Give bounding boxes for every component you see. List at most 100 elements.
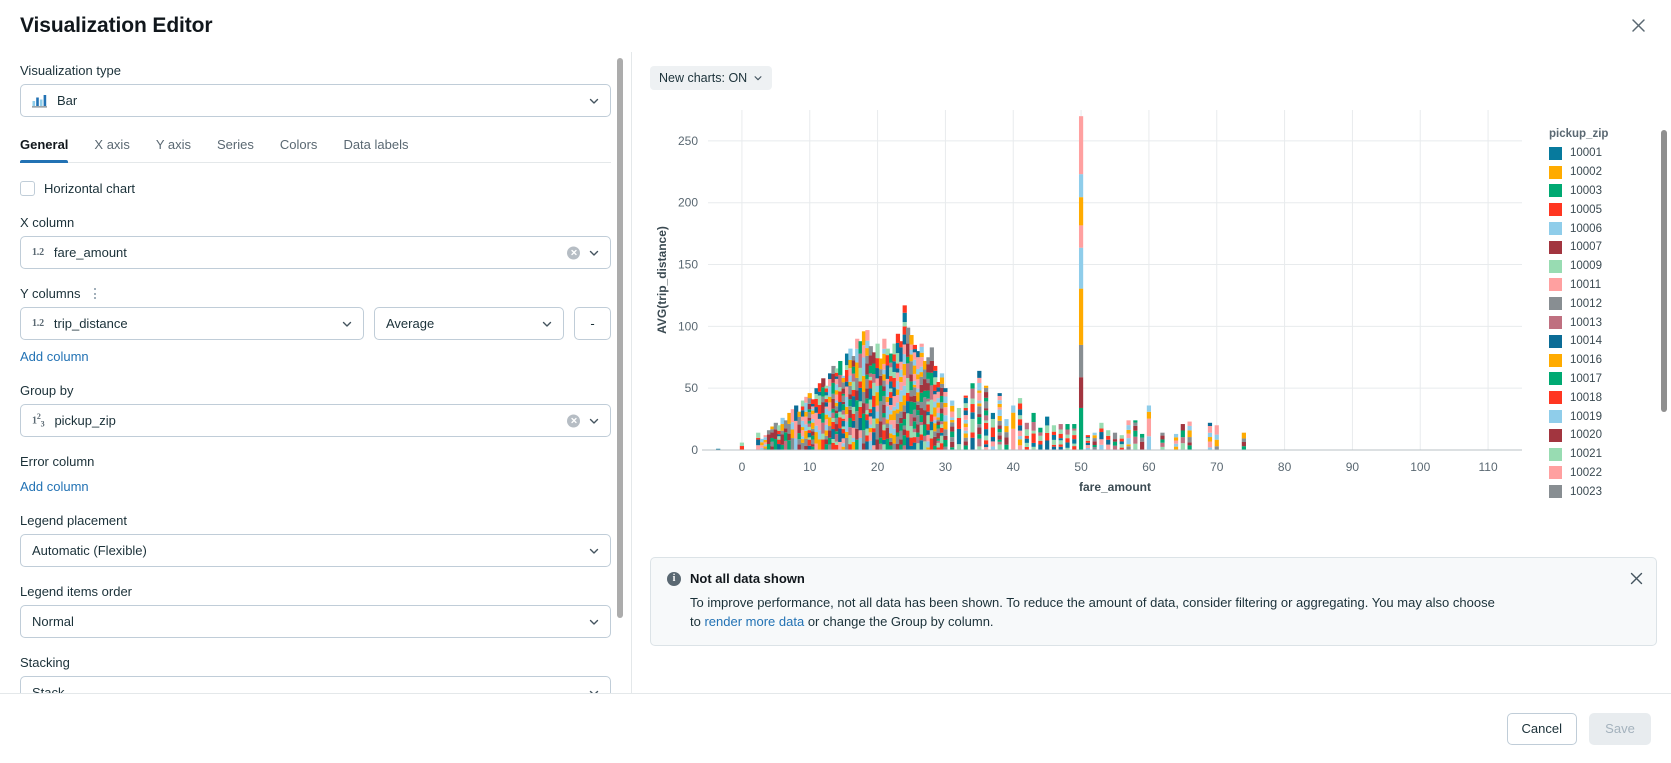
visualization-type-label: Visualization type (20, 63, 121, 78)
chevron-down-icon (541, 318, 553, 330)
group-by-label: Group by (20, 383, 74, 398)
y-columns-options-icon[interactable] (90, 288, 100, 299)
legend-item[interactable]: 10002 (1549, 163, 1659, 182)
legend-item[interactable]: 10011 (1549, 276, 1659, 295)
settings-panel-scrollbar[interactable] (617, 58, 623, 618)
legend-item[interactable]: 10023 (1549, 482, 1659, 501)
tab-series[interactable]: Series (217, 137, 254, 162)
chart-container: New charts: ON 0 50 100 150 200 250 0 10 20 30 40 5… (632, 52, 1671, 507)
legend-swatch (1549, 222, 1562, 236)
stacking-value: Stack (32, 685, 65, 693)
alert-text-after: or change the Group by column. (804, 614, 994, 629)
legend-item[interactable]: 10017 (1549, 370, 1659, 389)
legend-swatch (1549, 428, 1562, 442)
legend-item-label: 10002 (1570, 166, 1602, 179)
dialog-body: Visualization type Bar General X axis Y … (0, 52, 1671, 693)
tab-x-axis[interactable]: X axis (94, 137, 129, 162)
legend-scrollbar[interactable] (1661, 130, 1667, 412)
legend-swatch (1549, 165, 1562, 179)
y-columns-row: 1.2 trip_distance Average - (20, 307, 611, 340)
legend-item[interactable]: 10001 (1549, 144, 1659, 163)
legend-placement-select[interactable]: Automatic (Flexible) (20, 534, 611, 567)
legend-item-label: 10013 (1570, 316, 1602, 329)
legend-swatch (1549, 316, 1562, 330)
legend-item[interactable]: 10013 (1549, 313, 1659, 332)
legend-item[interactable]: 10007 (1549, 238, 1659, 257)
add-y-column-link[interactable]: Add column (20, 349, 89, 364)
horizontal-chart-row[interactable]: Horizontal chart (20, 181, 611, 196)
legend-swatch (1549, 259, 1562, 273)
group-by-group: Group by 123 pickup_zip (20, 382, 611, 437)
chevron-down-icon (588, 687, 600, 693)
legend-item[interactable]: 10016 (1549, 351, 1659, 370)
legend-item-label: 10014 (1570, 335, 1602, 348)
legend-swatch (1549, 391, 1562, 405)
legend-item[interactable]: 10020 (1549, 426, 1659, 445)
save-button[interactable]: Save (1589, 712, 1651, 745)
clear-group-by-icon[interactable] (567, 414, 580, 427)
settings-tabs: General X axis Y axis Series Colors Data… (20, 137, 611, 163)
legend-item[interactable]: 10012 (1549, 294, 1659, 313)
new-charts-toggle[interactable]: New charts: ON (650, 66, 773, 90)
stacking-select[interactable]: Stack (20, 676, 611, 693)
cancel-button[interactable]: Cancel (1506, 712, 1577, 745)
svg-text:70: 70 (1210, 460, 1224, 474)
alert-body: To improve performance, not all data has… (667, 593, 1497, 631)
bar-chart-plot[interactable]: 0 50 100 150 200 250 0 10 20 30 40 50 60 70 80 90 100 110… (650, 96, 1530, 496)
stacking-label: Stacking (20, 655, 70, 670)
svg-text:30: 30 (939, 460, 953, 474)
not-all-data-shown-alert: i Not all data shown To improve performa… (650, 557, 1657, 646)
x-column-select[interactable]: 1.2 fare_amount (20, 236, 611, 269)
legend-item-label: 10017 (1570, 372, 1602, 385)
legend-item[interactable]: 10018 (1549, 388, 1659, 407)
legend-swatch (1549, 334, 1562, 348)
legend-item-label: 10016 (1570, 354, 1602, 367)
preview-panel: New charts: ON 0 50 100 150 200 250 0 10 20 30 40 5… (632, 52, 1671, 693)
y-column-aggregation-select[interactable]: Average (374, 307, 564, 340)
svg-text:100: 100 (1410, 460, 1430, 474)
legend-item[interactable]: 10003 (1549, 182, 1659, 201)
y-column-select[interactable]: 1.2 trip_distance (20, 307, 364, 340)
svg-text:110: 110 (1479, 460, 1498, 474)
tab-colors[interactable]: Colors (280, 137, 318, 162)
legend-items: 10001 10002 10003 10005 10006 10007 10009 10011… (1549, 144, 1659, 501)
legend-item[interactable]: 10019 (1549, 407, 1659, 426)
legend-item-label: 10018 (1570, 391, 1602, 404)
remove-y-column-button[interactable]: - (574, 307, 611, 340)
legend-item[interactable]: 10006 (1549, 219, 1659, 238)
group-by-select[interactable]: 123 pickup_zip (20, 404, 611, 437)
x-column-label: X column (20, 215, 75, 230)
legend-item[interactable]: 10014 (1549, 332, 1659, 351)
legend-swatch (1549, 353, 1562, 367)
tab-general[interactable]: General (20, 137, 69, 163)
tab-y-axis[interactable]: Y axis (156, 137, 191, 162)
legend-item-label: 10022 (1570, 466, 1602, 479)
legend-swatch (1549, 410, 1562, 424)
svg-text:0: 0 (691, 443, 698, 457)
legend-item[interactable]: 10009 (1549, 257, 1659, 276)
legend-swatch (1549, 184, 1562, 198)
visualization-type-select[interactable]: Bar (20, 84, 611, 117)
svg-text:10: 10 (803, 460, 817, 474)
clear-x-column-icon[interactable] (567, 246, 580, 259)
legend-item[interactable]: 10022 (1549, 464, 1659, 483)
legend-item-label: 10020 (1570, 429, 1602, 442)
svg-text:20: 20 (871, 460, 885, 474)
close-icon[interactable] (1628, 570, 1644, 586)
svg-text:60: 60 (1142, 460, 1156, 474)
close-icon[interactable] (1623, 10, 1653, 40)
tab-data-labels[interactable]: Data labels (343, 137, 408, 162)
legend-items-order-select[interactable]: Normal (20, 605, 611, 638)
horizontal-chart-checkbox[interactable] (20, 181, 35, 196)
chevron-down-icon (588, 95, 600, 107)
bar-chart-icon (32, 94, 48, 108)
legend-item[interactable]: 10021 (1549, 445, 1659, 464)
alert-title: Not all data shown (690, 571, 805, 586)
y-column-value: trip_distance (53, 316, 128, 331)
legend-item[interactable]: 10005 (1549, 200, 1659, 219)
render-more-data-link[interactable]: render more data (704, 614, 804, 629)
stacking-group: Stacking Stack (20, 654, 611, 693)
y-columns-label: Y columns (20, 286, 81, 301)
add-error-column-link[interactable]: Add column (20, 479, 89, 494)
legend-swatch (1549, 485, 1562, 499)
